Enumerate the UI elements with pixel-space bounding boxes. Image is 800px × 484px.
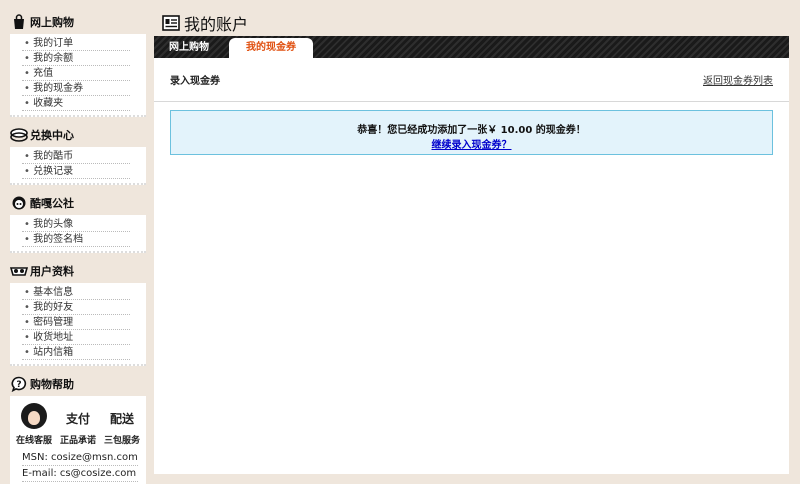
page-title: 我的账户 [162, 12, 248, 34]
warranty-service-label: 三包服务 [103, 436, 140, 446]
section-title: 酷嘎公社 [30, 197, 74, 210]
contact-info: MSN: cosize@msn.com E-mail: cs@cosize.co… [14, 450, 142, 482]
section-header-community: 酷嘎公社 [10, 191, 146, 215]
glasses-icon [10, 262, 28, 280]
section-title: 兑换中心 [30, 129, 74, 142]
genuine-promise-label: 正品承诺 [59, 436, 96, 446]
shopping-bag-icon [10, 13, 28, 31]
sidebar-item-exchange-history[interactable]: 兑换记录 [22, 164, 130, 179]
section-title: 用户资料 [30, 265, 74, 278]
sidebar-item-mailbox[interactable]: 站内信箱 [22, 345, 130, 360]
sidebar: 网上购物 我的订单 我的余额 充值 我的现金券 收藏夹 兑换中心 我的酷币 兑换… [10, 10, 146, 484]
success-message: 恭喜！您已经成功添加了一张￥ 10.00 的现金券！ [357, 125, 586, 136]
delivery-link[interactable]: 配送 三包服务 [102, 409, 142, 446]
sidebar-item-signature[interactable]: 我的签名档 [22, 232, 130, 247]
continue-entering-link[interactable]: 继续录入现金券？ [171, 136, 772, 151]
delivery-label: 配送 [109, 412, 134, 426]
online-service-link[interactable]: 在线客服 [14, 403, 54, 446]
sidebar-item-address[interactable]: 收货地址 [22, 330, 130, 345]
sidebar-item-recharge[interactable]: 充值 [22, 66, 130, 81]
section-list-profile: 基本信息 我的好友 密码管理 收货地址 站内信箱 [10, 283, 146, 366]
section-header-help: ? 购物帮助 [10, 372, 146, 396]
section-list-shopping: 我的订单 我的余额 充值 我的现金券 收藏夹 [10, 34, 146, 117]
main-content: 录入现金券 返回现金券列表 恭喜！您已经成功添加了一张￥ 10.00 的现金券！… [154, 58, 789, 474]
sidebar-item-favorites[interactable]: 收藏夹 [22, 96, 130, 111]
character-icon [10, 194, 28, 212]
service-avatar-icon [21, 403, 47, 429]
msn-contact: MSN: cosize@msn.com [22, 450, 138, 466]
tab-bar: 网上购物 我的现金券 [154, 36, 789, 58]
sidebar-item-password[interactable]: 密码管理 [22, 315, 130, 330]
help-box: 在线客服 支付 正品承诺 配送 三包服务 MSN: cosize@msn.com… [10, 396, 146, 484]
sub-title: 录入现金券 [170, 76, 220, 87]
online-service-label: 在线客服 [15, 436, 52, 446]
email-contact: E-mail: cs@cosize.com [22, 466, 138, 482]
section-title: 购物帮助 [30, 378, 74, 391]
svg-text:?: ? [16, 380, 21, 390]
coins-icon [10, 126, 28, 144]
sidebar-item-avatar[interactable]: 我的头像 [22, 217, 130, 232]
section-header-profile: 用户资料 [10, 259, 146, 283]
success-notice: 恭喜！您已经成功添加了一张￥ 10.00 的现金券！ 继续录入现金券？ [170, 110, 773, 155]
section-list-community: 我的头像 我的签名档 [10, 215, 146, 253]
account-card-icon [162, 15, 180, 31]
section-header-exchange: 兑换中心 [10, 123, 146, 147]
sidebar-item-coins[interactable]: 我的酷币 [22, 149, 130, 164]
tab-online-shopping[interactable]: 网上购物 [154, 38, 224, 58]
section-header-shopping: 网上购物 [10, 10, 146, 34]
payment-label: 支付 [65, 412, 90, 426]
section-title: 网上购物 [30, 16, 74, 29]
section-list-exchange: 我的酷币 兑换记录 [10, 147, 146, 185]
sidebar-item-balance[interactable]: 我的余额 [22, 51, 130, 66]
sidebar-item-friends[interactable]: 我的好友 [22, 300, 130, 315]
payment-link[interactable]: 支付 正品承诺 [58, 409, 98, 446]
sidebar-item-cash-coupons[interactable]: 我的现金券 [22, 81, 130, 96]
tab-cash-coupons[interactable]: 我的现金券 [229, 38, 313, 58]
sidebar-item-orders[interactable]: 我的订单 [22, 36, 130, 51]
back-to-coupon-list-link[interactable]: 返回现金券列表 [703, 72, 773, 87]
page-title-text: 我的账户 [184, 15, 249, 34]
sub-header: 录入现金券 返回现金券列表 [154, 58, 789, 102]
sidebar-item-basic-info[interactable]: 基本信息 [22, 285, 130, 300]
speech-bubble-icon: ? [10, 375, 28, 393]
